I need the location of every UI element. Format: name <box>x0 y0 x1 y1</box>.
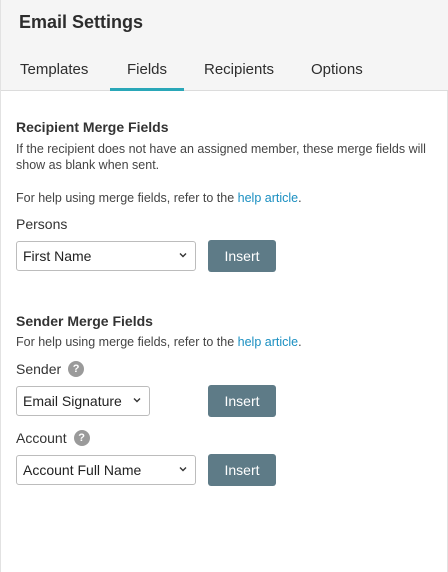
sender-label-text: Sender <box>16 361 62 377</box>
insert-persons-button[interactable]: Insert <box>208 240 276 272</box>
persons-select[interactable]: First Name <box>16 241 196 271</box>
question-mark-icon[interactable]: ? <box>68 361 85 377</box>
sender-label: Sender ? <box>16 361 85 377</box>
help-suffix: . <box>298 191 302 205</box>
account-select-value: Account Full Name <box>23 462 142 478</box>
sender-merge-fields-title: Sender Merge Fields <box>16 313 153 329</box>
tab-recipients[interactable]: Recipients <box>204 58 276 91</box>
tab-options[interactable]: Options <box>311 58 371 91</box>
account-label-text: Account <box>16 430 67 446</box>
chevron-down-icon <box>179 467 187 472</box>
email-settings-panel: Email Settings Templates Fields Recipien… <box>0 0 448 572</box>
account-label: Account ? <box>16 430 90 446</box>
tab-fields[interactable]: Fields <box>110 58 184 91</box>
chevron-down-icon <box>179 253 187 258</box>
help-article-link[interactable]: help article <box>238 191 298 205</box>
account-select[interactable]: Account Full Name <box>16 455 196 485</box>
persons-select-value: First Name <box>23 248 92 264</box>
insert-account-button[interactable]: Insert <box>208 454 276 486</box>
recipient-description: If the recipient does not have an assign… <box>16 142 426 172</box>
recipient-help-text: For help using merge fields, refer to th… <box>16 190 436 206</box>
tab-bar: Templates Fields Recipients Options <box>1 58 448 91</box>
recipient-merge-fields-title: Recipient Merge Fields <box>16 119 169 135</box>
sender-select[interactable]: Email Signature <box>16 386 150 416</box>
help-prefix: For help using merge fields, refer to th… <box>16 191 238 205</box>
tab-templates[interactable]: Templates <box>20 58 90 91</box>
question-mark-icon[interactable]: ? <box>73 430 90 446</box>
chevron-down-icon <box>133 398 141 403</box>
sender-help-text: For help using merge fields, refer to th… <box>16 334 436 350</box>
help-suffix: . <box>298 335 302 349</box>
persons-label-text: Persons <box>16 216 68 232</box>
help-article-link[interactable]: help article <box>238 335 298 349</box>
page-title: Email Settings <box>19 12 144 32</box>
insert-sender-button[interactable]: Insert <box>208 385 276 417</box>
header: Email Settings Templates Fields Recipien… <box>1 0 448 91</box>
sender-select-value: Email Signature <box>23 393 122 409</box>
persons-label: Persons <box>16 216 67 232</box>
help-prefix: For help using merge fields, refer to th… <box>16 335 238 349</box>
